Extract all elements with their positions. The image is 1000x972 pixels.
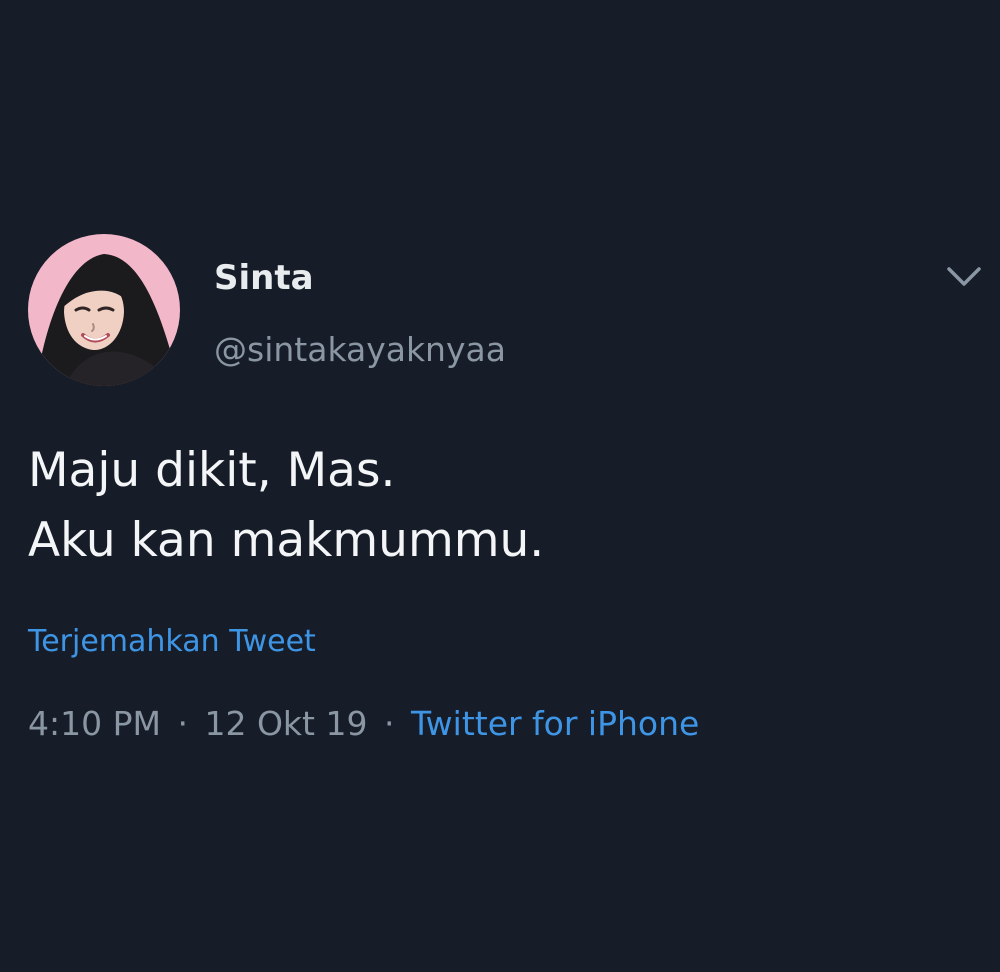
avatar[interactable]	[28, 234, 180, 386]
metadata-separator: ·	[177, 704, 188, 743]
tweet-date: 12 Okt 19	[204, 704, 368, 743]
tweet-metadata: 4:10 PM · 12 Okt 19 · Twitter for iPhone	[28, 702, 699, 746]
tweet-text-line: Aku kan makmummu.	[28, 513, 545, 568]
tweet-time: 4:10 PM	[28, 704, 161, 743]
tweet-text-line: Maju dikit, Mas.	[28, 443, 396, 498]
translate-tweet-link[interactable]: Terjemahkan Tweet	[28, 622, 316, 662]
chevron-down-icon[interactable]	[940, 258, 988, 298]
tweet-source-link[interactable]: Twitter for iPhone	[411, 702, 699, 746]
author-handle[interactable]: @sintakayaknyaa	[214, 330, 506, 370]
author-display-name[interactable]: Sinta	[214, 258, 314, 298]
metadata-separator: ·	[383, 704, 395, 743]
avatar-image	[28, 234, 180, 386]
tweet-card: Sinta @sintakayaknyaa Maju dikit, Mas. A…	[0, 0, 1000, 972]
tweet-text: Maju dikit, Mas. Aku kan makmummu.	[28, 436, 968, 576]
